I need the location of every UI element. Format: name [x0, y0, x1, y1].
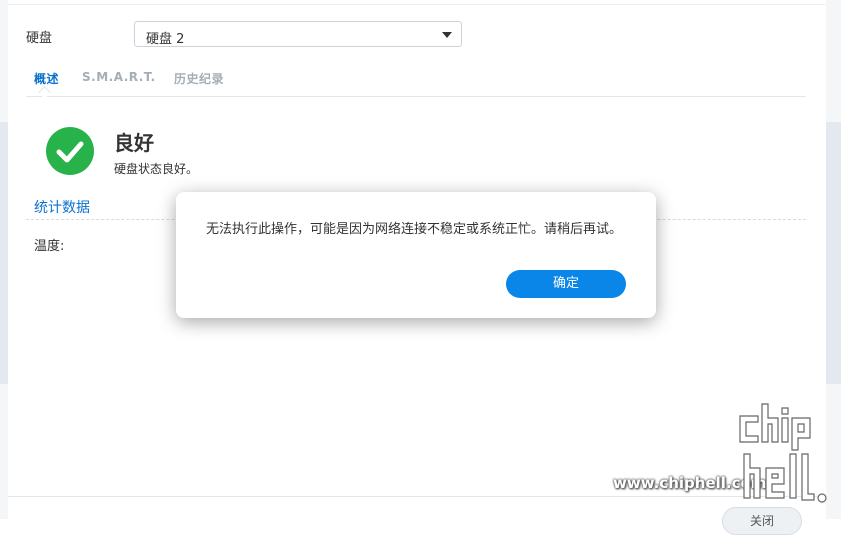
dialog-message: 无法执行此操作，可能是因为网络连接不稳定或系统正忙。请稍后再试。: [206, 222, 623, 237]
tab-overview[interactable]: 概述: [34, 70, 59, 87]
stats-section-title: 统计数据: [34, 200, 90, 216]
background-app-band-left: [0, 122, 8, 384]
error-dialog: 无法执行此操作，可能是因为网络连接不稳定或系统正忙。请稍后再试。 确定: [176, 192, 656, 318]
disk-label: 硬盘: [26, 31, 53, 46]
status-description: 硬盘状态良好。: [114, 162, 199, 176]
chevron-down-icon: [442, 32, 452, 38]
status-title: 良好: [114, 131, 154, 155]
chiphell-logo: [738, 402, 830, 504]
footer-divider: [8, 496, 826, 497]
check-circle-icon: [46, 127, 94, 175]
background-app-band-right: [826, 122, 841, 384]
tab-bar: 概述 S.M.A.R.T. 历史纪录: [26, 68, 806, 99]
close-button[interactable]: 关闭: [722, 507, 802, 535]
tab-smart[interactable]: S.M.A.R.T.: [82, 70, 156, 84]
ok-button[interactable]: 确定: [506, 270, 626, 298]
active-tab-caret: [38, 86, 51, 99]
temperature-label: 温度:: [34, 239, 65, 254]
disk-select-value: 硬盘 2: [146, 32, 185, 47]
tab-history[interactable]: 历史纪录: [174, 70, 224, 87]
disk-select[interactable]: 硬盘 2: [134, 21, 462, 47]
window-top-border: [8, 0, 826, 5]
